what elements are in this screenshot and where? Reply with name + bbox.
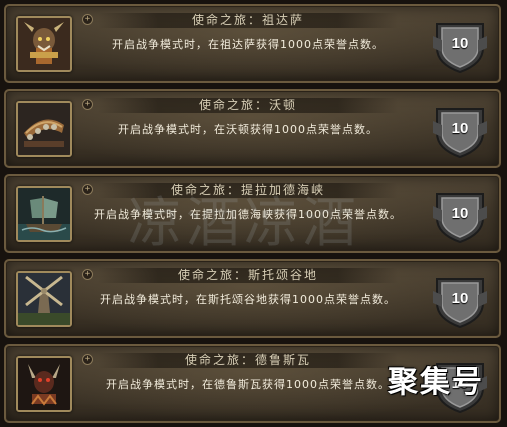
sailing-ship-icon [16, 186, 72, 242]
expand-toggle[interactable]: + [82, 99, 93, 110]
achievement-points: 10 [451, 35, 469, 52]
achievement-description: 开启战争模式时，在德鲁斯瓦获得1000点荣誉点数。 [106, 378, 390, 391]
expand-toggle[interactable]: + [82, 184, 93, 195]
achievement-row[interactable]: + 使命之旅：祖达萨 开启战争模式时，在祖达萨获得1000点荣誉点数。 10 [4, 4, 501, 83]
achievement-points-shield: 10 [433, 188, 487, 244]
hunting-horn-icon [16, 101, 72, 157]
achievement-points: 10 [451, 205, 469, 222]
achievement-points-shield: 10 [433, 103, 487, 159]
achievement-list: + 使命之旅：祖达萨 开启战争模式时，在祖达萨获得1000点荣誉点数。 10 +… [0, 0, 507, 427]
achievement-title: 使命之旅：斯托颂谷地 [177, 268, 318, 282]
achievement-points-shield: 10 [433, 18, 487, 74]
drust-totem-icon [16, 356, 72, 412]
achievement-points: 10 [451, 120, 469, 137]
achievement-title: 使命之旅：德鲁斯瓦 [184, 353, 311, 367]
achievement-points-shield: 10 [433, 358, 487, 414]
achievement-title: 使命之旅：提拉加德海峡 [170, 183, 325, 197]
windmill-icon [16, 271, 72, 327]
achievement-points: 10 [451, 375, 469, 392]
achievement-title: 使命之旅：沃顿 [198, 98, 297, 112]
achievement-row[interactable]: + 使命之旅：提拉加德海峡 开启战争模式时，在提拉加德海峡获得1000点荣誉点数… [4, 174, 501, 253]
achievement-points-shield: 10 [433, 273, 487, 329]
expand-toggle[interactable]: + [82, 269, 93, 280]
zandalari-troll-icon [16, 16, 72, 72]
expand-toggle[interactable]: + [82, 14, 93, 25]
achievement-row[interactable]: + 使命之旅：斯托颂谷地 开启战争模式时，在斯托颂谷地获得1000点荣誉点数。 … [4, 259, 501, 338]
achievement-description: 开启战争模式时，在提拉加德海峡获得1000点荣誉点数。 [94, 208, 402, 221]
achievement-description: 开启战争模式时，在沃顿获得1000点荣誉点数。 [118, 123, 378, 136]
achievement-row[interactable]: + 使命之旅：沃顿 开启战争模式时，在沃顿获得1000点荣誉点数。 10 [4, 89, 501, 168]
achievement-description: 开启战争模式时，在祖达萨获得1000点荣誉点数。 [112, 38, 384, 51]
achievement-row[interactable]: + 使命之旅：德鲁斯瓦 开启战争模式时，在德鲁斯瓦获得1000点荣誉点数。 10 [4, 344, 501, 423]
achievement-points: 10 [451, 290, 469, 307]
expand-toggle[interactable]: + [82, 354, 93, 365]
achievement-title: 使命之旅：祖达萨 [191, 13, 304, 27]
achievement-description: 开启战争模式时，在斯托颂谷地获得1000点荣誉点数。 [100, 293, 396, 306]
